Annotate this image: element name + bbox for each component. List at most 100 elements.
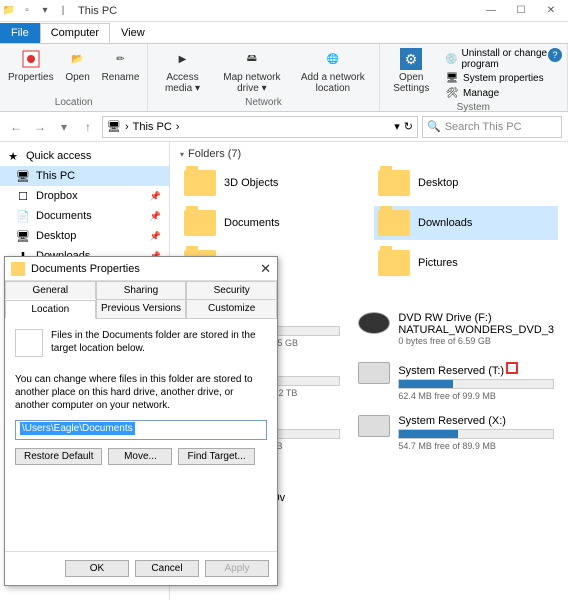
add-location-icon: 🌐	[322, 48, 344, 70]
tab-file[interactable]: File	[0, 23, 40, 43]
folder-item[interactable]: Desktop	[374, 166, 558, 200]
add-location-button[interactable]: 🌐Add a network location	[291, 46, 374, 97]
folder-item[interactable]: Downloads	[374, 206, 558, 240]
open-button[interactable]: 📂Open	[60, 46, 96, 97]
pin-icon: 📌	[150, 191, 161, 202]
cancel-button[interactable]: Cancel	[135, 560, 199, 577]
tab-general[interactable]: General	[5, 281, 96, 299]
system-properties-button[interactable]: 🖥System properties	[445, 71, 559, 85]
group-label: Location	[4, 97, 143, 109]
pc-icon: 🖥	[16, 169, 30, 183]
drive-icon	[358, 415, 390, 437]
sidebar-item[interactable]: 📄Documents📌	[0, 206, 169, 226]
folder-icon	[378, 210, 410, 236]
ok-button[interactable]: OK	[65, 560, 129, 577]
manage-icon: 🛠	[445, 86, 459, 100]
dialog-close-button[interactable]: ✕	[260, 261, 271, 277]
drive-item[interactable]: DVD RW Drive (F:) NATURAL_WONDERS_DVD_30…	[354, 308, 558, 352]
forward-button[interactable]: →	[30, 117, 50, 137]
dialog-body: Files in the Documents folder are stored…	[5, 319, 277, 551]
location-path-input[interactable]: \Users\Eagle\Documents	[15, 420, 267, 440]
drive-icon	[358, 362, 390, 384]
move-button[interactable]: Move...	[108, 448, 172, 465]
close-button[interactable]: ✕	[536, 0, 566, 22]
back-button[interactable]: ←	[6, 117, 26, 137]
rename-button[interactable]: ✏Rename	[98, 46, 144, 97]
pc-icon: 🖥	[107, 120, 121, 133]
dialog-footer: OK Cancel Apply	[5, 551, 277, 585]
folder-item[interactable]: 3D Objects	[180, 166, 364, 200]
open-icon: 📂	[67, 48, 89, 70]
section-header-folders[interactable]: Folders (7)	[180, 148, 558, 160]
folder-item[interactable]: Pictures	[374, 246, 558, 280]
ribbon-tabs: File Computer View	[0, 22, 568, 44]
dropdown-icon[interactable]: ▾	[394, 120, 400, 133]
dropbox-icon: ☐	[16, 189, 30, 203]
open-settings-button[interactable]: ⚙Open Settings	[384, 46, 440, 102]
chevron-right-icon: ›	[125, 121, 129, 133]
folder-icon	[11, 262, 25, 276]
tab-view[interactable]: View	[110, 23, 156, 43]
navigation-bar: ← → ▾ ↑ 🖥 › This PC › ▾ ↻ 🔍 Search This …	[0, 112, 568, 142]
drive-item[interactable]: System Reserved (X:)54.7 MB free of 89.9…	[354, 411, 558, 455]
title-bar: 📁 ▫ ▾ | This PC — ☐ ✕	[0, 0, 568, 22]
tab-location[interactable]: Location	[5, 300, 96, 319]
find-target-button[interactable]: Find Target...	[178, 448, 254, 465]
document-icon: 📄	[16, 209, 30, 223]
media-icon: ▶	[171, 48, 193, 70]
sidebar-item[interactable]: 🖥Desktop📌	[0, 226, 169, 246]
search-placeholder: Search This PC	[445, 121, 522, 133]
breadcrumb[interactable]: This PC	[133, 121, 172, 133]
map-drive-button[interactable]: 🖴Map network drive ▾	[215, 46, 290, 97]
dialog-tabs: General Sharing Security Location Previo…	[5, 281, 277, 319]
apply-button[interactable]: Apply	[205, 560, 269, 577]
dialog-text: You can change where files in this folde…	[15, 373, 267, 412]
folder-icon: 📁	[2, 4, 16, 18]
qat-item[interactable]: ▫	[20, 4, 34, 18]
minimize-button[interactable]: —	[476, 0, 506, 22]
access-media-button[interactable]: ▶Access media ▾	[152, 46, 212, 97]
manage-button[interactable]: 🛠Manage	[445, 86, 559, 100]
up-button[interactable]: ↑	[78, 117, 98, 137]
tab-computer[interactable]: Computer	[40, 23, 110, 43]
address-bar[interactable]: 🖥 › This PC › ▾ ↻	[102, 116, 418, 138]
sysprops-icon: 🖥	[445, 71, 459, 85]
tab-previous-versions[interactable]: Previous Versions	[96, 299, 187, 318]
star-icon: ★	[6, 149, 20, 163]
tab-customize[interactable]: Customize	[186, 299, 277, 318]
tab-security[interactable]: Security	[186, 281, 277, 299]
maximize-button[interactable]: ☐	[506, 0, 536, 22]
properties-dialog: Documents Properties ✕ General Sharing S…	[4, 256, 278, 586]
drive-item[interactable]: System Reserved (T:)62.4 MB free of 99.9…	[354, 358, 558, 405]
divider: |	[56, 4, 70, 18]
folder-item[interactable]: Documents	[180, 206, 364, 240]
document-icon	[15, 329, 43, 357]
folder-icon	[378, 250, 410, 276]
search-icon: 🔍	[427, 120, 441, 133]
uninstall-button[interactable]: 💿Uninstall or change a program	[445, 48, 559, 70]
group-label: System	[384, 102, 564, 113]
qat-dropdown[interactable]: ▾	[38, 4, 52, 18]
uninstall-icon: 💿	[445, 52, 457, 66]
dvd-icon	[358, 312, 390, 334]
group-label: Network	[152, 97, 374, 109]
settings-icon: ⚙	[400, 48, 422, 70]
tab-sharing[interactable]: Sharing	[96, 281, 187, 299]
sidebar-this-pc[interactable]: 🖥This PC	[0, 166, 169, 186]
sidebar-item[interactable]: ☐Dropbox📌	[0, 186, 169, 206]
rename-icon: ✏	[109, 48, 131, 70]
ribbon: Properties 📂Open ✏Rename Location ▶Acces…	[0, 44, 568, 112]
folder-icon	[184, 210, 216, 236]
pin-icon: 📌	[150, 211, 161, 222]
refresh-button[interactable]: ↻	[404, 120, 413, 133]
sidebar-quick-access[interactable]: ★Quick access	[0, 146, 169, 166]
help-icon[interactable]: ?	[548, 48, 562, 62]
properties-button[interactable]: Properties	[4, 46, 58, 97]
history-dropdown[interactable]: ▾	[54, 117, 74, 137]
pin-icon: 📌	[150, 231, 161, 242]
desktop-icon: 🖥	[16, 229, 30, 243]
search-input[interactable]: 🔍 Search This PC	[422, 116, 562, 138]
restore-default-button[interactable]: Restore Default	[15, 448, 102, 465]
chevron-right-icon: ›	[176, 121, 180, 133]
dialog-text: Files in the Documents folder are stored…	[51, 329, 267, 355]
